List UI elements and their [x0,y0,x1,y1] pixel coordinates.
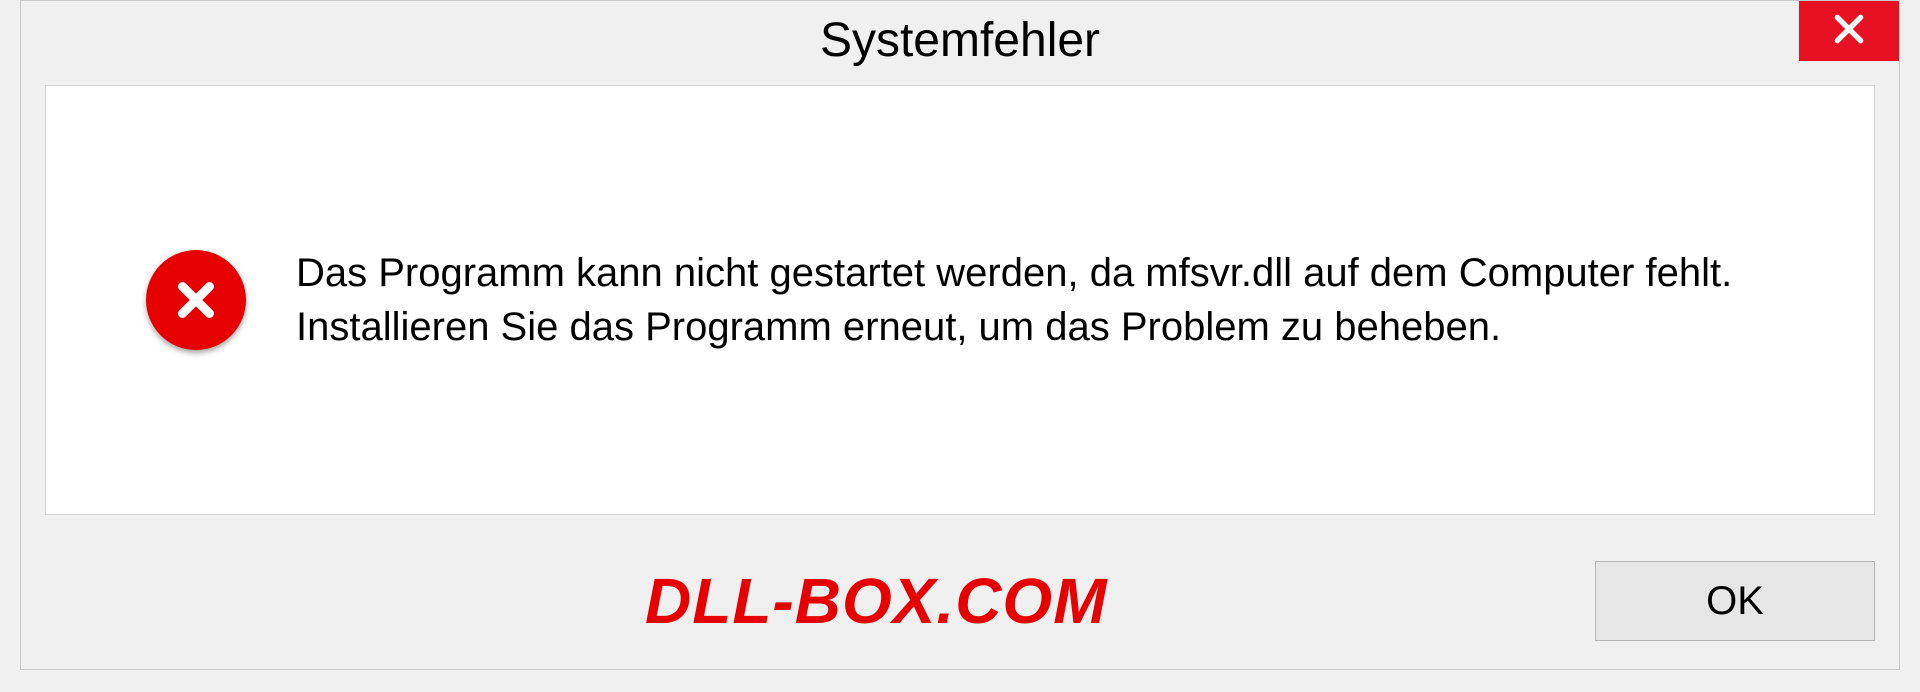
error-icon [146,250,246,350]
ok-button-label: OK [1706,579,1764,624]
ok-button[interactable]: OK [1595,561,1875,641]
watermark-text: DLL-BOX.COM [645,564,1108,638]
close-icon [1829,9,1869,54]
dialog-title: Systemfehler [820,13,1100,68]
title-bar: Systemfehler [21,1,1899,79]
error-message: Das Programm kann nicht gestartet werden… [296,246,1796,354]
close-button[interactable] [1799,1,1899,61]
content-area: Das Programm kann nicht gestartet werden… [45,85,1875,515]
dialog-footer: DLL-BOX.COM OK [45,551,1875,651]
error-dialog: Systemfehler Das Programm kann nicht ges… [20,0,1900,670]
